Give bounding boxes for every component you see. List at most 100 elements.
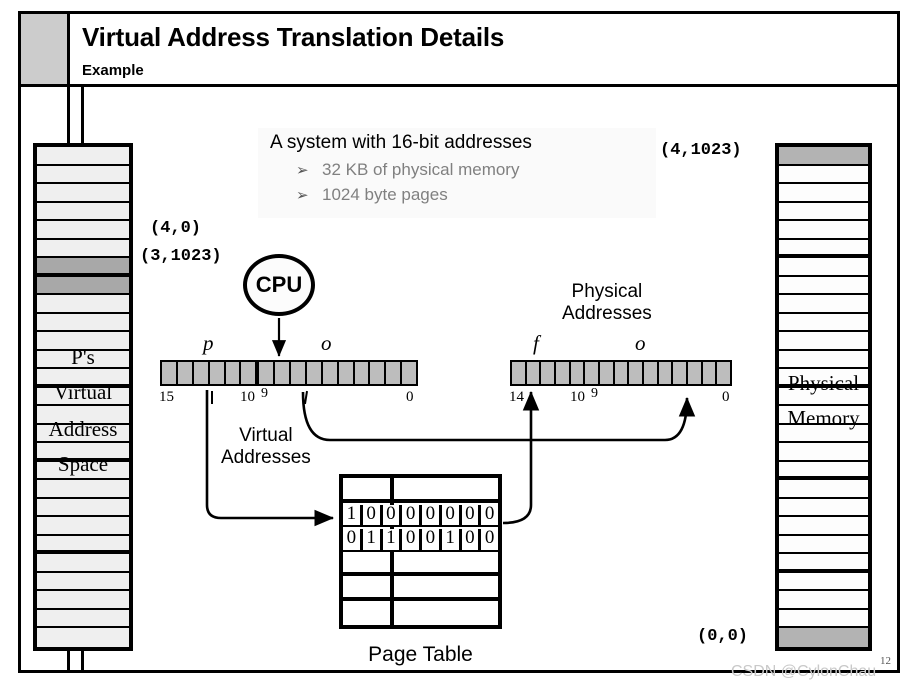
page-table-bit-cell: 0 <box>382 504 403 525</box>
address-bit-cell <box>338 362 355 384</box>
virtual-address-bar <box>160 360 418 386</box>
page-table-bit-cell: 0 <box>481 504 498 525</box>
bullet-arrow-icon: ➢ <box>296 187 309 204</box>
physical-bit-label-split-high: 10 <box>570 389 585 405</box>
memory-cell <box>37 498 129 518</box>
watermark-text: CSDN @CylonChau <box>731 663 877 680</box>
memory-cell <box>37 147 129 166</box>
memory-cell <box>779 424 868 444</box>
virtual-bit-tick-left <box>211 391 213 404</box>
memory-cell <box>37 424 129 444</box>
memory-cell <box>779 406 868 425</box>
memory-cell <box>779 295 868 314</box>
memory-cell <box>37 535 129 555</box>
virtual-field-offset-label: o <box>321 331 332 355</box>
memory-cell <box>37 554 129 573</box>
page-title: Virtual Address Translation Details <box>82 22 505 52</box>
page-table-bit-cell: 1 <box>441 528 462 550</box>
page-table-bit-cell: 1 <box>362 528 383 550</box>
virtual-field-page-label: p <box>203 331 214 355</box>
physical-addresses-caption-line-0: Physical <box>571 281 643 302</box>
address-bit-cell <box>658 362 674 384</box>
page-table-bit-cell: 0 <box>362 504 383 525</box>
memory-cell <box>37 258 129 277</box>
page-table-bit-cell: 0 <box>422 528 442 550</box>
memory-cell <box>37 332 129 351</box>
memory-cell <box>37 406 129 425</box>
memory-cell <box>779 350 868 370</box>
page-table: 1000000001100100 <box>339 474 502 629</box>
memory-cell <box>37 609 129 629</box>
memory-cell <box>779 369 868 388</box>
memory-cell <box>779 276 868 296</box>
address-bit-cell <box>306 362 323 384</box>
virtual-address-space-column <box>33 143 133 651</box>
physical-address-bar <box>510 360 732 386</box>
virtual-addresses-caption-line-1: Addresses <box>221 447 311 469</box>
page-table-bit-cell: 1 <box>343 504 363 525</box>
coordinate-label-top-right: (4,1023) <box>660 141 742 160</box>
memory-cell <box>37 165 129 185</box>
system-info-bullet-1-text: 1024 byte pages <box>322 185 448 204</box>
system-info-box: A system with 16-bit addresses ➢ 32 KB of… <box>258 128 656 218</box>
address-bit-cell <box>370 362 387 384</box>
physical-addresses-caption-line-1: Addresses <box>562 303 652 325</box>
memory-cell <box>37 184 129 203</box>
address-bit-cell <box>402 362 416 384</box>
virtual-bit-label-low: 0 <box>406 389 414 405</box>
memory-cell <box>779 591 868 610</box>
memory-cell <box>779 461 868 481</box>
address-bit-cell <box>585 362 601 384</box>
address-bit-cell <box>717 362 731 384</box>
physical-field-frame-label: f <box>533 331 539 355</box>
page-table-bit-cell: 0 <box>402 504 422 525</box>
memory-cell <box>37 443 129 462</box>
address-bit-cell <box>354 362 371 384</box>
address-bit-cell <box>177 362 194 384</box>
memory-cell <box>779 572 868 592</box>
page-table-bit-cell: 0 <box>422 504 442 525</box>
page-table-bit-cell: 0 <box>461 504 482 525</box>
address-bit-cell <box>322 362 339 384</box>
memory-cell <box>37 295 129 314</box>
page-table-row <box>343 576 498 601</box>
address-bit-cell <box>209 362 226 384</box>
physical-memory-column <box>775 143 872 651</box>
address-bit-cell <box>259 362 276 384</box>
memory-cell <box>779 313 868 333</box>
system-info-bullet-0: ➢ 32 KB of physical memory <box>296 160 519 180</box>
page-table-bit-cell: 1 <box>382 528 403 550</box>
memory-cell <box>779 609 868 629</box>
page-table-bit-cell: 0 <box>343 528 363 550</box>
slide-page-number: 12 <box>880 655 891 667</box>
address-bit-cell <box>629 362 645 384</box>
page-table-bit-cell: 0 <box>441 504 462 525</box>
memory-cell <box>37 202 129 222</box>
physical-bit-label-high: 14 <box>509 389 524 405</box>
memory-cell <box>779 443 868 462</box>
virtual-column-stem-top <box>81 87 84 145</box>
address-bit-cell <box>225 362 242 384</box>
bullet-arrow-icon: ➢ <box>296 162 309 179</box>
system-info-bullet-1: ➢ 1024 byte pages <box>296 185 448 205</box>
address-bit-cell <box>386 362 403 384</box>
page-table-entry-bits: 01100100 <box>343 528 498 550</box>
page-table-entry-bits: 10000000 <box>343 504 498 525</box>
header-accent-block <box>21 14 70 84</box>
address-bit-cell <box>291 362 307 384</box>
memory-cell <box>37 350 129 370</box>
virtual-addresses-caption: Virtual Addresses <box>221 425 311 470</box>
address-bit-cell <box>162 362 178 384</box>
memory-cell <box>779 147 868 166</box>
address-bit-cell <box>526 362 542 384</box>
page-table-row <box>343 478 498 503</box>
page-table-bit-cell: 0 <box>461 528 482 550</box>
physical-field-offset-label: o <box>635 331 646 355</box>
address-bit-cell <box>570 362 586 384</box>
coordinate-label-left-upper: (4,0) <box>150 219 202 238</box>
slide-canvas: Virtual Address Translation Details Exam… <box>0 0 918 691</box>
address-bit-cell <box>512 362 527 384</box>
page-table-bit-cell: 0 <box>402 528 422 550</box>
address-bit-cell <box>600 362 615 384</box>
memory-cell <box>779 480 868 499</box>
